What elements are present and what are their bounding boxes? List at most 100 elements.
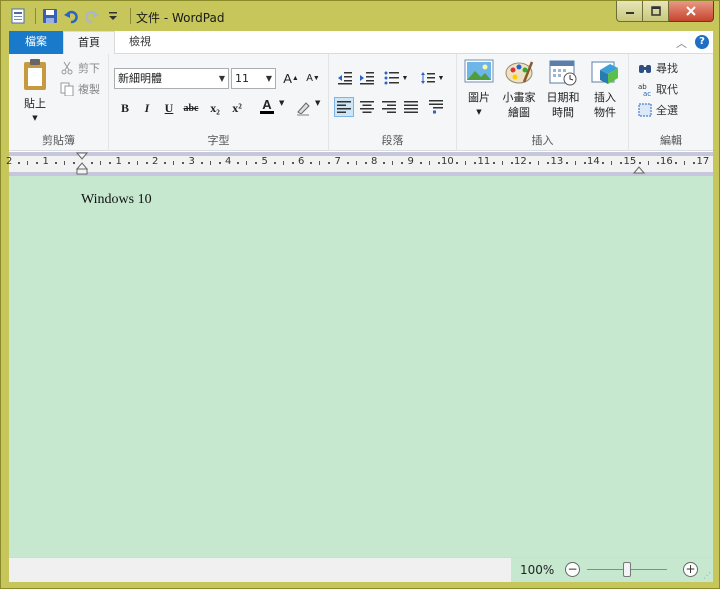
align-left-button[interactable] <box>334 97 354 117</box>
font-color-swatch <box>260 111 274 114</box>
title-bar[interactable]: 文件 - WordPad <box>1 1 720 31</box>
font-color-button[interactable]: A <box>252 96 282 116</box>
zoom-in-button[interactable]: + <box>683 562 698 577</box>
chevron-down-icon: ▼ <box>265 74 272 83</box>
ruler-tick <box>63 161 65 165</box>
ruler-tick <box>109 162 112 164</box>
increase-indent-button[interactable] <box>357 68 377 88</box>
ruler-number: 3 <box>188 156 195 167</box>
ruler-number: 6 <box>298 156 305 167</box>
ruler-tick <box>200 162 203 164</box>
ruler-number: 13 <box>550 156 564 167</box>
paste-button[interactable]: 貼上 ▼ <box>15 58 55 126</box>
customize-qat-icon[interactable] <box>104 7 122 25</box>
minimize-button[interactable] <box>616 1 643 22</box>
ruler-number: 11 <box>477 156 491 167</box>
find-button[interactable]: 尋找 <box>637 60 678 76</box>
maximize-icon <box>650 6 661 16</box>
ruler-tick <box>246 161 248 165</box>
document-text[interactable]: Windows 10 <box>81 192 152 208</box>
ruler-tick <box>611 161 613 165</box>
find-label: 尋找 <box>656 62 678 75</box>
document-area[interactable]: Windows 10 <box>9 176 713 557</box>
ruler-tick <box>164 162 167 164</box>
grow-font-button[interactable]: A ▲ <box>281 68 301 88</box>
highlight-button[interactable] <box>293 98 313 118</box>
shrink-font-button[interactable]: A ▼ <box>303 68 323 88</box>
window-frame: 文件 - WordPad 檔案 首頁 檢視 ︿ ? 貼上 ▼ 剪下 複製 剪貼簿… <box>0 0 720 589</box>
chevron-down-icon[interactable]: ▼ <box>315 99 320 107</box>
ruler-number: 10 <box>441 156 454 167</box>
align-center-button[interactable] <box>357 97 377 117</box>
insert-object-button[interactable]: 插入 物件 <box>587 58 623 120</box>
paint-label-line2: 繪圖 <box>508 106 530 119</box>
paste-label: 貼上 <box>24 97 46 110</box>
ruler[interactable]: 2 1 1 2 3 4 5 6 7 8 9 10 11 12 13 14 15 16 17 <box>6 152 713 176</box>
decrease-indent-button[interactable] <box>335 68 355 88</box>
cut-button[interactable]: 剪下 <box>59 60 100 76</box>
chevron-down-icon: ▼ <box>437 74 445 82</box>
paragraph-settings-button[interactable] <box>426 97 446 117</box>
ruler-number: 9 <box>407 156 414 167</box>
paragraph-group: ▼ ▼ 段落 <box>329 54 457 151</box>
ruler-number: 12 <box>514 156 527 167</box>
svg-text:ac: ac <box>643 90 651 96</box>
maximize-button[interactable] <box>643 1 669 22</box>
tab-home[interactable]: 首頁 <box>63 31 115 55</box>
align-right-button[interactable] <box>379 97 399 117</box>
paint-drawing-button[interactable]: 小畫家 繪圖 <box>499 58 539 120</box>
ruler-tick <box>383 162 386 164</box>
highlighter-icon <box>297 102 310 116</box>
bold-button[interactable]: B <box>115 98 135 118</box>
insert-group: 圖片 ▼ 小畫家 繪圖 日期和 時間 插入 物件 插入 <box>457 54 629 151</box>
picture-button[interactable]: 圖片 ▼ <box>463 58 495 120</box>
copy-button[interactable]: 複製 <box>59 81 100 97</box>
line-spacing-button[interactable]: ▼ <box>417 68 447 88</box>
strikethrough-button[interactable]: abc <box>181 98 201 118</box>
align-right-icon <box>382 101 396 113</box>
minimize-ribbon-icon[interactable]: ︿ <box>676 35 687 51</box>
zoom-control: 100% − + <box>511 558 713 582</box>
subscript-button[interactable]: x₂ <box>205 98 225 118</box>
ruler-tick <box>465 161 467 165</box>
replace-icon: ab ac <box>637 81 653 97</box>
indent-marker-icon[interactable] <box>76 152 88 176</box>
save-icon[interactable] <box>41 7 59 25</box>
replace-button[interactable]: ab ac 取代 <box>637 81 678 97</box>
resize-grip-icon[interactable]: ⋰ <box>703 571 711 580</box>
undo-icon[interactable] <box>62 7 80 25</box>
ruler-tick <box>282 161 284 165</box>
ruler-tick <box>529 162 532 164</box>
ruler-tick <box>27 161 29 165</box>
wordpad-app-icon[interactable] <box>9 7 27 25</box>
paste-icon <box>24 59 46 90</box>
italic-button[interactable]: I <box>137 98 157 118</box>
bullet-list-icon <box>384 71 399 85</box>
replace-label: 取代 <box>656 83 678 96</box>
help-icon[interactable]: ? <box>695 35 709 49</box>
bullets-button[interactable]: ▼ <box>381 68 411 88</box>
select-all-button[interactable]: 全選 <box>637 102 678 118</box>
superscript-button[interactable]: x² <box>227 98 247 118</box>
underline-button[interactable]: U <box>159 98 179 118</box>
right-indent-marker-icon[interactable] <box>633 163 645 175</box>
date-time-button[interactable]: 日期和 時間 <box>543 58 583 120</box>
ruler-tick <box>620 162 623 164</box>
ruler-tick <box>602 162 605 164</box>
qat-separator <box>35 8 36 24</box>
chevron-down-icon[interactable]: ▼ <box>279 99 284 107</box>
justify-button[interactable] <box>401 97 421 117</box>
zoom-slider-thumb[interactable] <box>623 562 631 577</box>
close-button[interactable] <box>669 1 714 22</box>
picture-icon <box>464 59 494 83</box>
ruler-tick <box>218 162 221 164</box>
zoom-out-button[interactable]: − <box>565 562 580 577</box>
font-family-value: 新細明體 <box>118 72 162 85</box>
font-family-select[interactable]: 新細明體 ▼ <box>114 68 229 89</box>
tab-view[interactable]: 檢視 <box>117 31 163 54</box>
scissors-icon <box>59 60 75 76</box>
ruler-tick <box>437 162 440 164</box>
font-size-select[interactable]: 11 ▼ <box>231 68 276 89</box>
tab-file[interactable]: 檔案 <box>9 31 63 54</box>
ruler-tick <box>173 161 175 165</box>
